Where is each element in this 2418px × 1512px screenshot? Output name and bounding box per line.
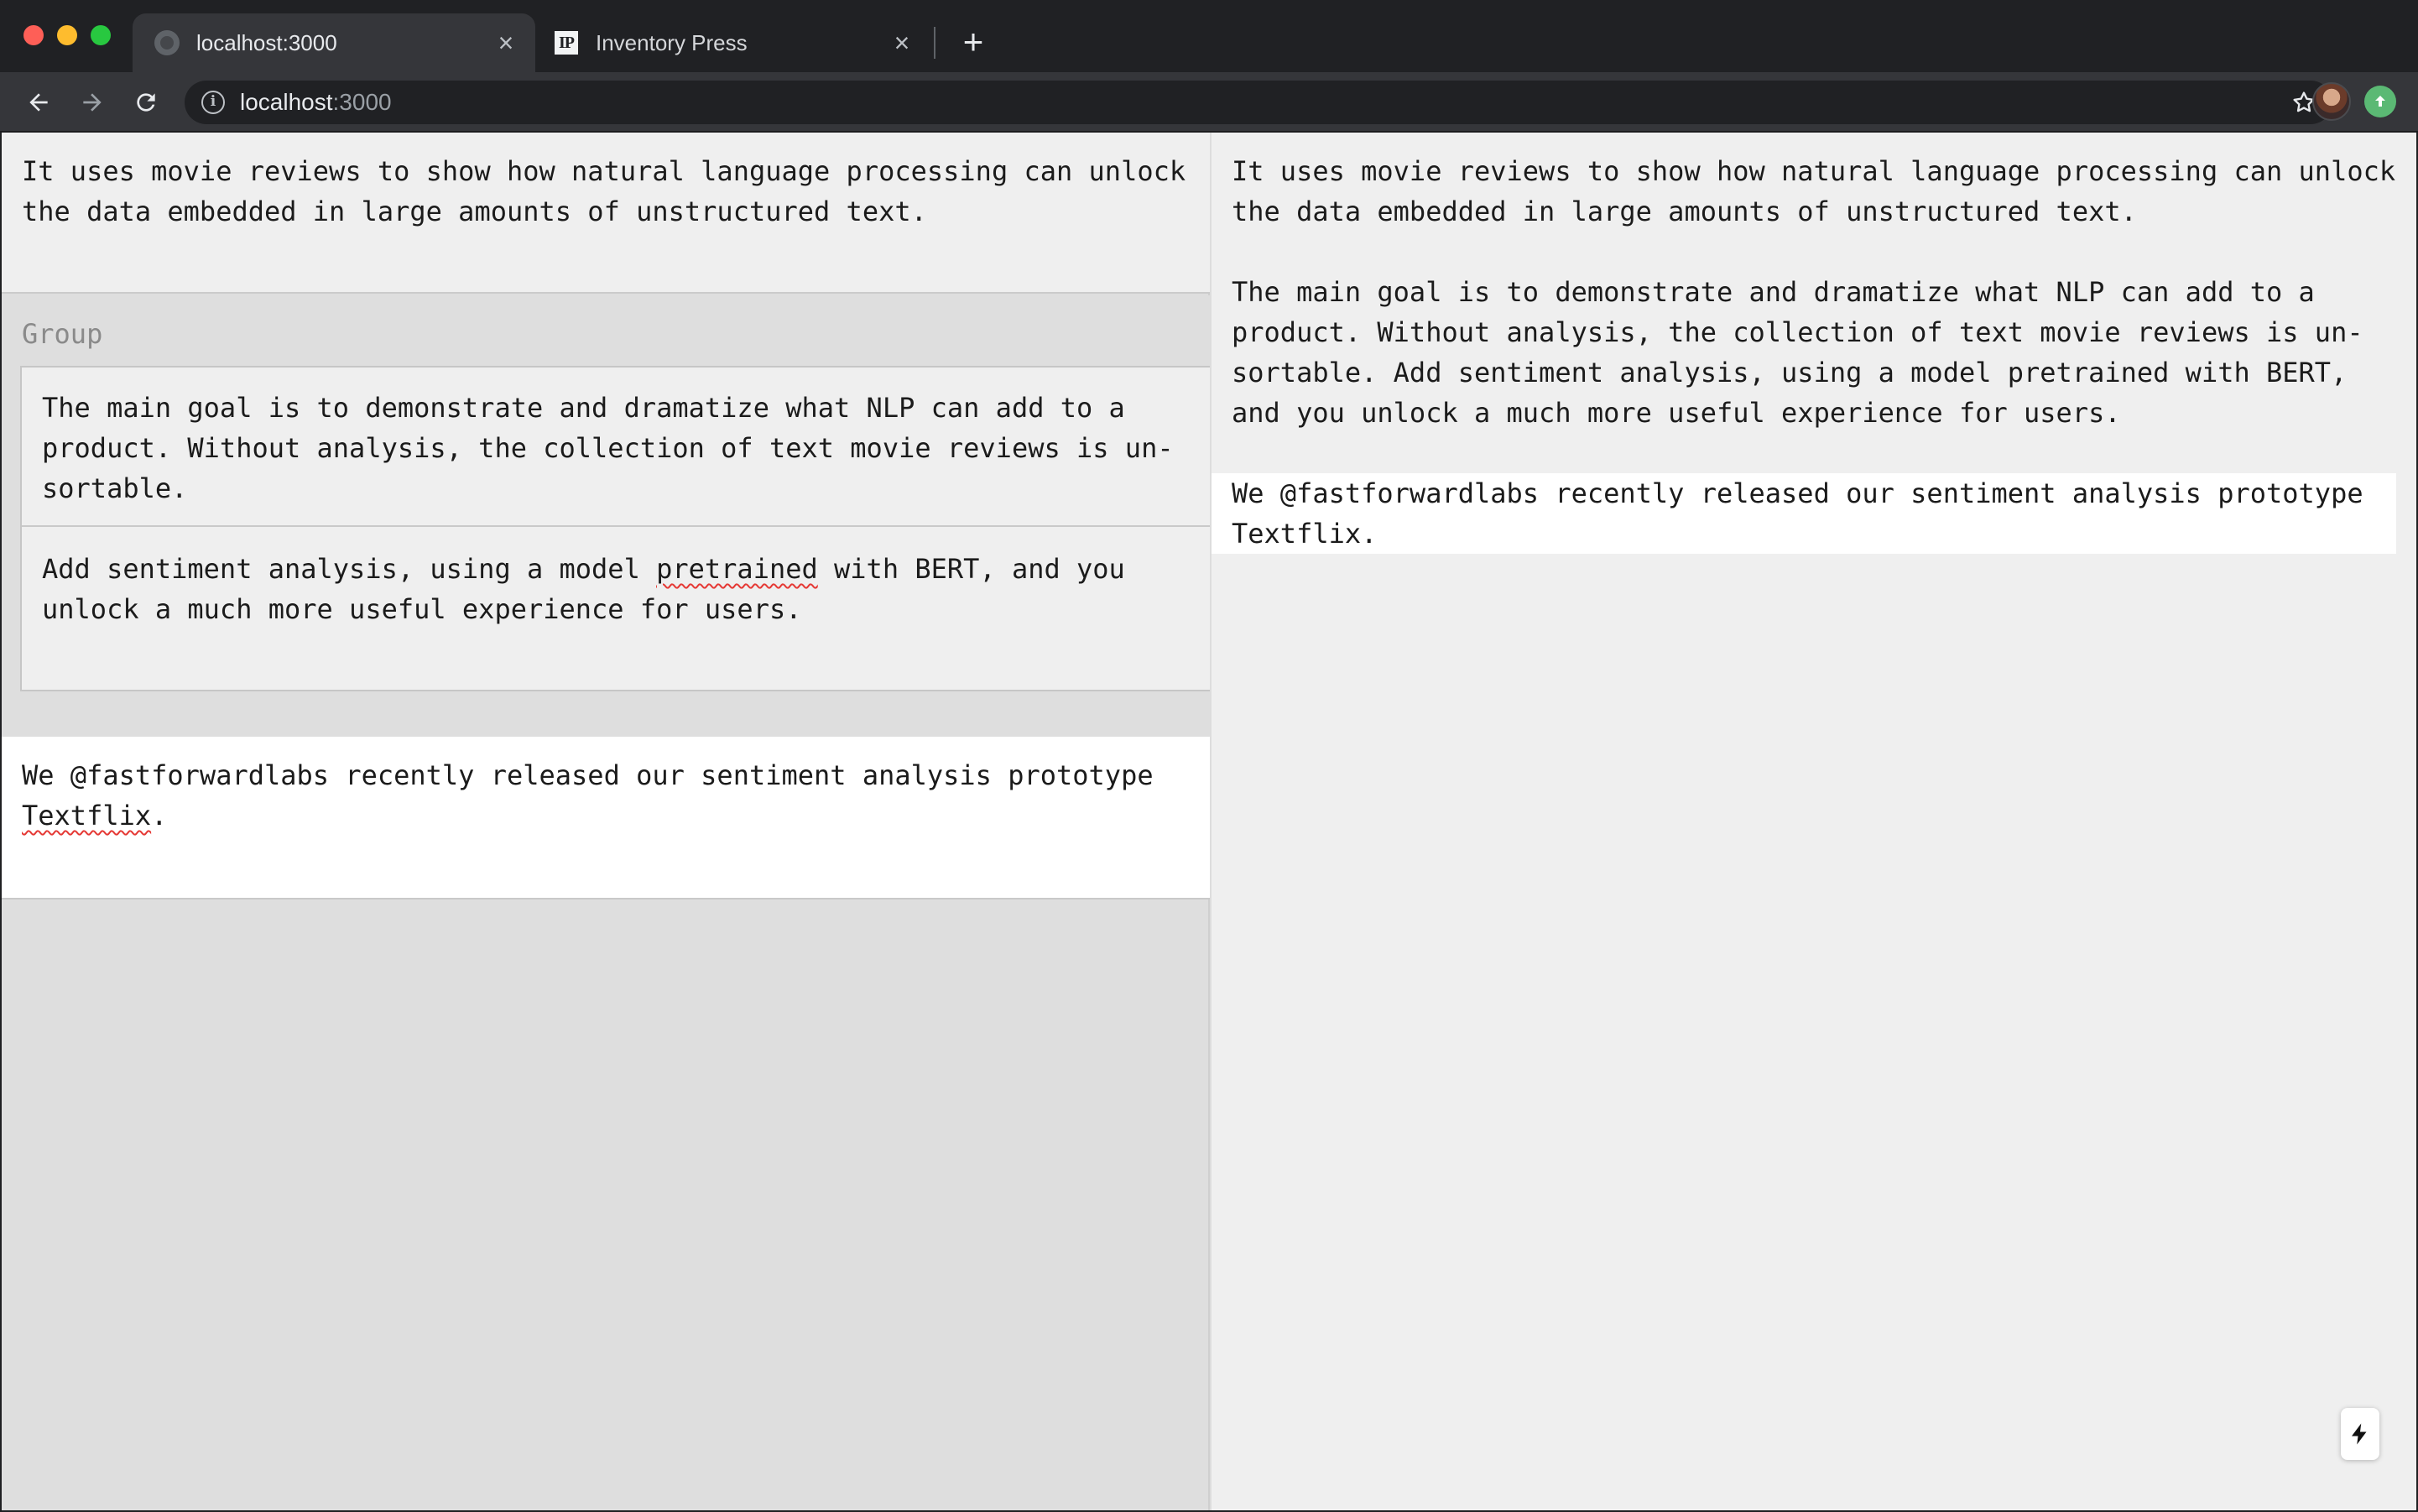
- url-host: localhost: [240, 89, 333, 115]
- arrow-right-icon: [83, 93, 102, 112]
- forward-button[interactable]: [74, 84, 111, 121]
- new-tab-button[interactable]: +: [955, 23, 992, 60]
- tweet-text-before: We @fastforwardlabs recently released ou…: [22, 759, 1154, 791]
- lightning-bolt-icon: [2352, 1423, 2367, 1445]
- tab-title: localhost:3000: [196, 29, 337, 55]
- browser-tab-strip: localhost:3000 × IP Inventory Press × +: [0, 0, 2418, 72]
- tab-separator: [934, 27, 935, 59]
- maximize-window-button[interactable]: [91, 25, 111, 45]
- group-block-sentiment[interactable]: Add sentiment analysis, using a model pr…: [22, 529, 1210, 691]
- tab-inventory-press[interactable]: IP Inventory Press ×: [537, 13, 931, 72]
- editor-block-tweet[interactable]: We @fastforwardlabs recently released ou…: [2, 737, 1210, 899]
- reload-icon: [137, 93, 155, 112]
- close-tab-icon[interactable]: ×: [888, 29, 916, 57]
- group-block-goal[interactable]: The main goal is to demonstrate and dram…: [22, 368, 1210, 527]
- lightning-bolt-button[interactable]: [2341, 1408, 2379, 1460]
- tweet-text-after: .: [151, 800, 168, 832]
- sentiment-text-before: Add sentiment analysis, using a model: [42, 553, 657, 585]
- preview-pane: It uses movie reviews to show how natura…: [1212, 133, 2416, 1510]
- preview-paragraph-1: It uses movie reviews to show how natura…: [1232, 155, 2396, 227]
- arrow-left-icon: [29, 93, 48, 112]
- minimize-window-button[interactable]: [57, 25, 77, 45]
- intro-text: It uses movie reviews to show how natura…: [22, 155, 1186, 227]
- group-blocks: The main goal is to demonstrate and dram…: [20, 366, 1210, 691]
- page-viewport: It uses movie reviews to show how natura…: [2, 133, 2416, 1510]
- tab-localhost[interactable]: localhost:3000 ×: [133, 13, 535, 72]
- goal-text: The main goal is to demonstrate and dram…: [42, 392, 1174, 504]
- misspelled-word[interactable]: Textflix: [22, 800, 151, 832]
- back-button[interactable]: [20, 84, 57, 121]
- editor-pane: It uses movie reviews to show how natura…: [2, 133, 1210, 1510]
- update-available-icon[interactable]: [2364, 86, 2396, 117]
- browser-toolbar: i localhost:3000: [0, 72, 2418, 133]
- misspelled-word[interactable]: pretrained: [656, 553, 818, 585]
- editor-block-intro[interactable]: It uses movie reviews to show how natura…: [2, 133, 1210, 294]
- inventory-press-logo-icon: IP: [552, 29, 581, 57]
- profile-avatar[interactable]: [2312, 82, 2351, 121]
- group-label: Group: [22, 318, 103, 350]
- preview-text: It uses movie reviews to show how natura…: [1212, 151, 2398, 594]
- close-tab-icon[interactable]: ×: [492, 29, 520, 57]
- reload-button[interactable]: [128, 84, 164, 121]
- preview-paragraph-3: We @fastforwardlabs recently released ou…: [1212, 473, 2396, 554]
- close-window-button[interactable]: [23, 25, 44, 45]
- site-info-icon[interactable]: i: [201, 91, 225, 114]
- url-port: :3000: [332, 89, 392, 115]
- preview-paragraph-2: The main goal is to demonstrate and dram…: [1232, 276, 2363, 429]
- globe-icon: [153, 29, 181, 57]
- tab-title: Inventory Press: [596, 29, 748, 55]
- address-bar[interactable]: i localhost:3000: [185, 81, 2332, 124]
